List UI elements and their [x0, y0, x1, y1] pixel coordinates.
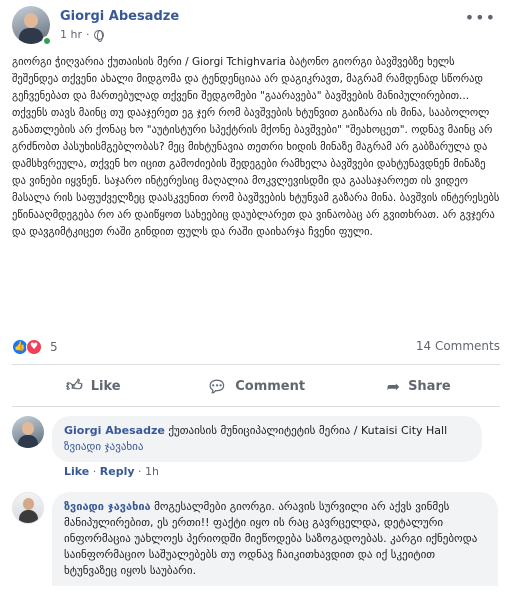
comments-count[interactable]: 14 Comments — [416, 339, 500, 353]
comment-author[interactable]: ზვიადი ჯავახია — [64, 500, 151, 513]
post-header: Giorgi Abesadze 1 hr · ••• — [12, 6, 500, 46]
action-bar: 👍︎ Like 💬︎ Comment ➦ Share — [12, 366, 500, 406]
comment-bubble: Giorgi Abesadze ქუთაისის მუნიციპალიტეტის… — [52, 416, 482, 462]
divider — [12, 406, 500, 407]
tagged-user-link[interactable]: ზვიადი ჯავახია — [64, 440, 143, 453]
divider — [12, 364, 500, 365]
comment-meta: Like · Reply · 1h — [64, 465, 159, 478]
comment: Giorgi Abesadze ქუთაისის მუნიციპალიტეტის… — [12, 416, 500, 478]
comment-reply-link[interactable]: Reply — [100, 465, 135, 478]
commenter-avatar[interactable] — [12, 492, 44, 524]
comment: ზვიადი ჯავახია მოგესალმები გიორგი. არავი… — [12, 492, 500, 592]
reaction-count: 5 — [50, 340, 58, 354]
share-arrow-icon: ➦ — [386, 376, 401, 396]
post-text: გიორგი ჭიღვარია ქუთაისის მერი / Giorgi T… — [12, 56, 500, 238]
commenter-avatar[interactable] — [12, 416, 44, 448]
share-label: Share — [408, 378, 451, 394]
post-meta: 1 hr · — [60, 28, 104, 42]
comment-label: Comment — [235, 378, 306, 394]
reactions-summary[interactable]: 👍 ♥ 5 — [12, 339, 58, 355]
online-status-icon — [42, 36, 52, 46]
globe-icon — [93, 29, 104, 42]
comment-button[interactable]: 💬︎ Comment — [175, 366, 338, 406]
like-button[interactable]: 👍︎ Like — [12, 366, 175, 406]
comment-like-link[interactable]: Like — [64, 465, 89, 478]
heart-icon: ♥ — [26, 339, 42, 355]
meta-separator: · — [86, 28, 90, 41]
like-label: Like — [90, 378, 121, 394]
comment-time[interactable]: 1h — [145, 465, 159, 478]
comment-bubble-icon: 💬︎ — [206, 376, 228, 396]
share-button[interactable]: ➦ Share — [337, 366, 500, 406]
thumbs-up-outline-icon: 👍︎ — [66, 376, 83, 395]
post-author-name[interactable]: Giorgi Abesadze — [60, 9, 179, 24]
comment-text: ქუთაისის მუნიციპალიტეტის მერია / Kutaisi… — [168, 424, 448, 437]
comment-author[interactable]: Giorgi Abesadze — [64, 424, 165, 437]
post-time[interactable]: 1 hr — [60, 28, 82, 41]
ellipsis-icon[interactable]: ••• — [465, 8, 496, 27]
comment-bubble: ზვიადი ჯავახია მოგესალმები გიორგი. არავი… — [52, 492, 498, 586]
